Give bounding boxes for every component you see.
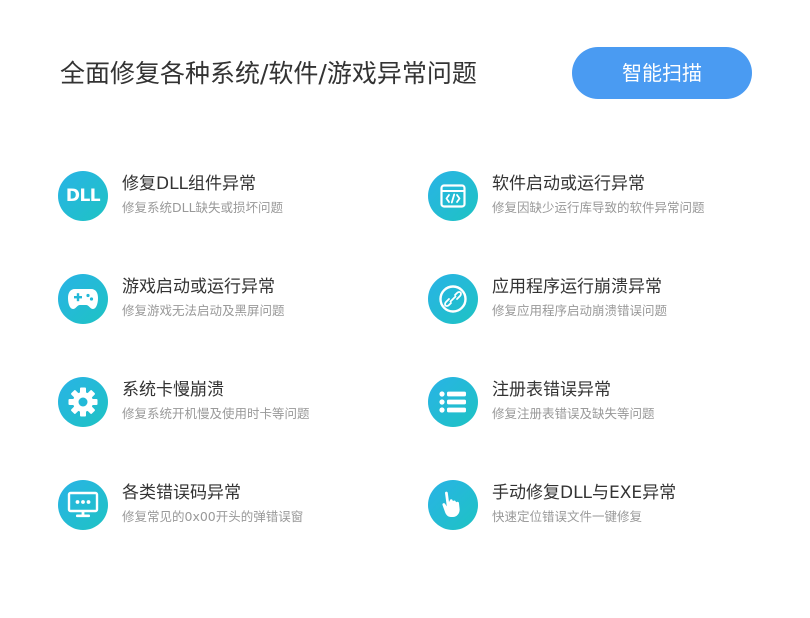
repair-item-dll[interactable]: DLL 修复DLL组件异常 修复系统DLL缺失或损坏问题 [58,170,388,222]
gamepad-icon [58,274,108,324]
code-window-icon [428,171,478,221]
repair-item-manual[interactable]: 手动修复DLL与EXE异常 快速定位错误文件一键修复 [428,479,758,531]
repair-item-title: 各类错误码异常 [122,483,241,503]
repair-item-desc: 快速定位错误文件一键修复 [492,509,643,524]
repair-item-title: 手动修复DLL与EXE异常 [492,483,677,503]
dll-icon-label: DLL [65,186,101,206]
repair-item-error-code[interactable]: 各类错误码异常 修复常见的0x00开头的弹错误窗 [58,479,388,531]
repair-item-desc: 修复游戏无法启动及黑屏问题 [122,303,285,318]
repair-item-title: 软件启动或运行异常 [492,174,645,194]
dll-icon: DLL [58,171,108,221]
monitor-icon [58,480,108,530]
smart-scan-button[interactable]: 智能扫描 [572,47,752,99]
page-title: 全面修复各种系统/软件/游戏异常问题 [60,59,477,88]
repair-item-desc: 修复系统DLL缺失或损坏问题 [122,200,284,215]
gear-icon [58,377,108,427]
repair-item-title: 注册表错误异常 [492,380,611,400]
repair-item-desc: 修复注册表错误及缺失等问题 [492,406,655,421]
repair-item-system-slow[interactable]: 系统卡慢崩溃 修复系统开机慢及使用时卡等问题 [58,376,388,428]
repair-item-software[interactable]: 软件启动或运行异常 修复因缺少运行库导致的软件异常问题 [428,170,758,222]
hand-pointer-icon [428,480,478,530]
repair-item-desc: 修复常见的0x00开头的弹错误窗 [122,509,304,524]
repair-item-title: 应用程序运行崩溃异常 [492,277,662,297]
repair-item-title: 系统卡慢崩溃 [122,380,224,400]
repair-item-desc: 修复系统开机慢及使用时卡等问题 [122,406,310,421]
repair-item-desc: 修复因缺少运行库导致的软件异常问题 [492,200,705,215]
list-icon [428,377,478,427]
repair-item-game[interactable]: 游戏启动或运行异常 修复游戏无法启动及黑屏问题 [58,273,388,325]
repair-item-title: 游戏启动或运行异常 [122,277,275,297]
repair-item-app-crash[interactable]: 应用程序运行崩溃异常 修复应用程序启动崩溃错误问题 [428,273,758,325]
repair-item-desc: 修复应用程序启动崩溃错误问题 [492,303,668,318]
app-link-icon [428,274,478,324]
repair-item-registry[interactable]: 注册表错误异常 修复注册表错误及缺失等问题 [428,376,758,428]
repair-item-title: 修复DLL组件异常 [122,174,257,194]
